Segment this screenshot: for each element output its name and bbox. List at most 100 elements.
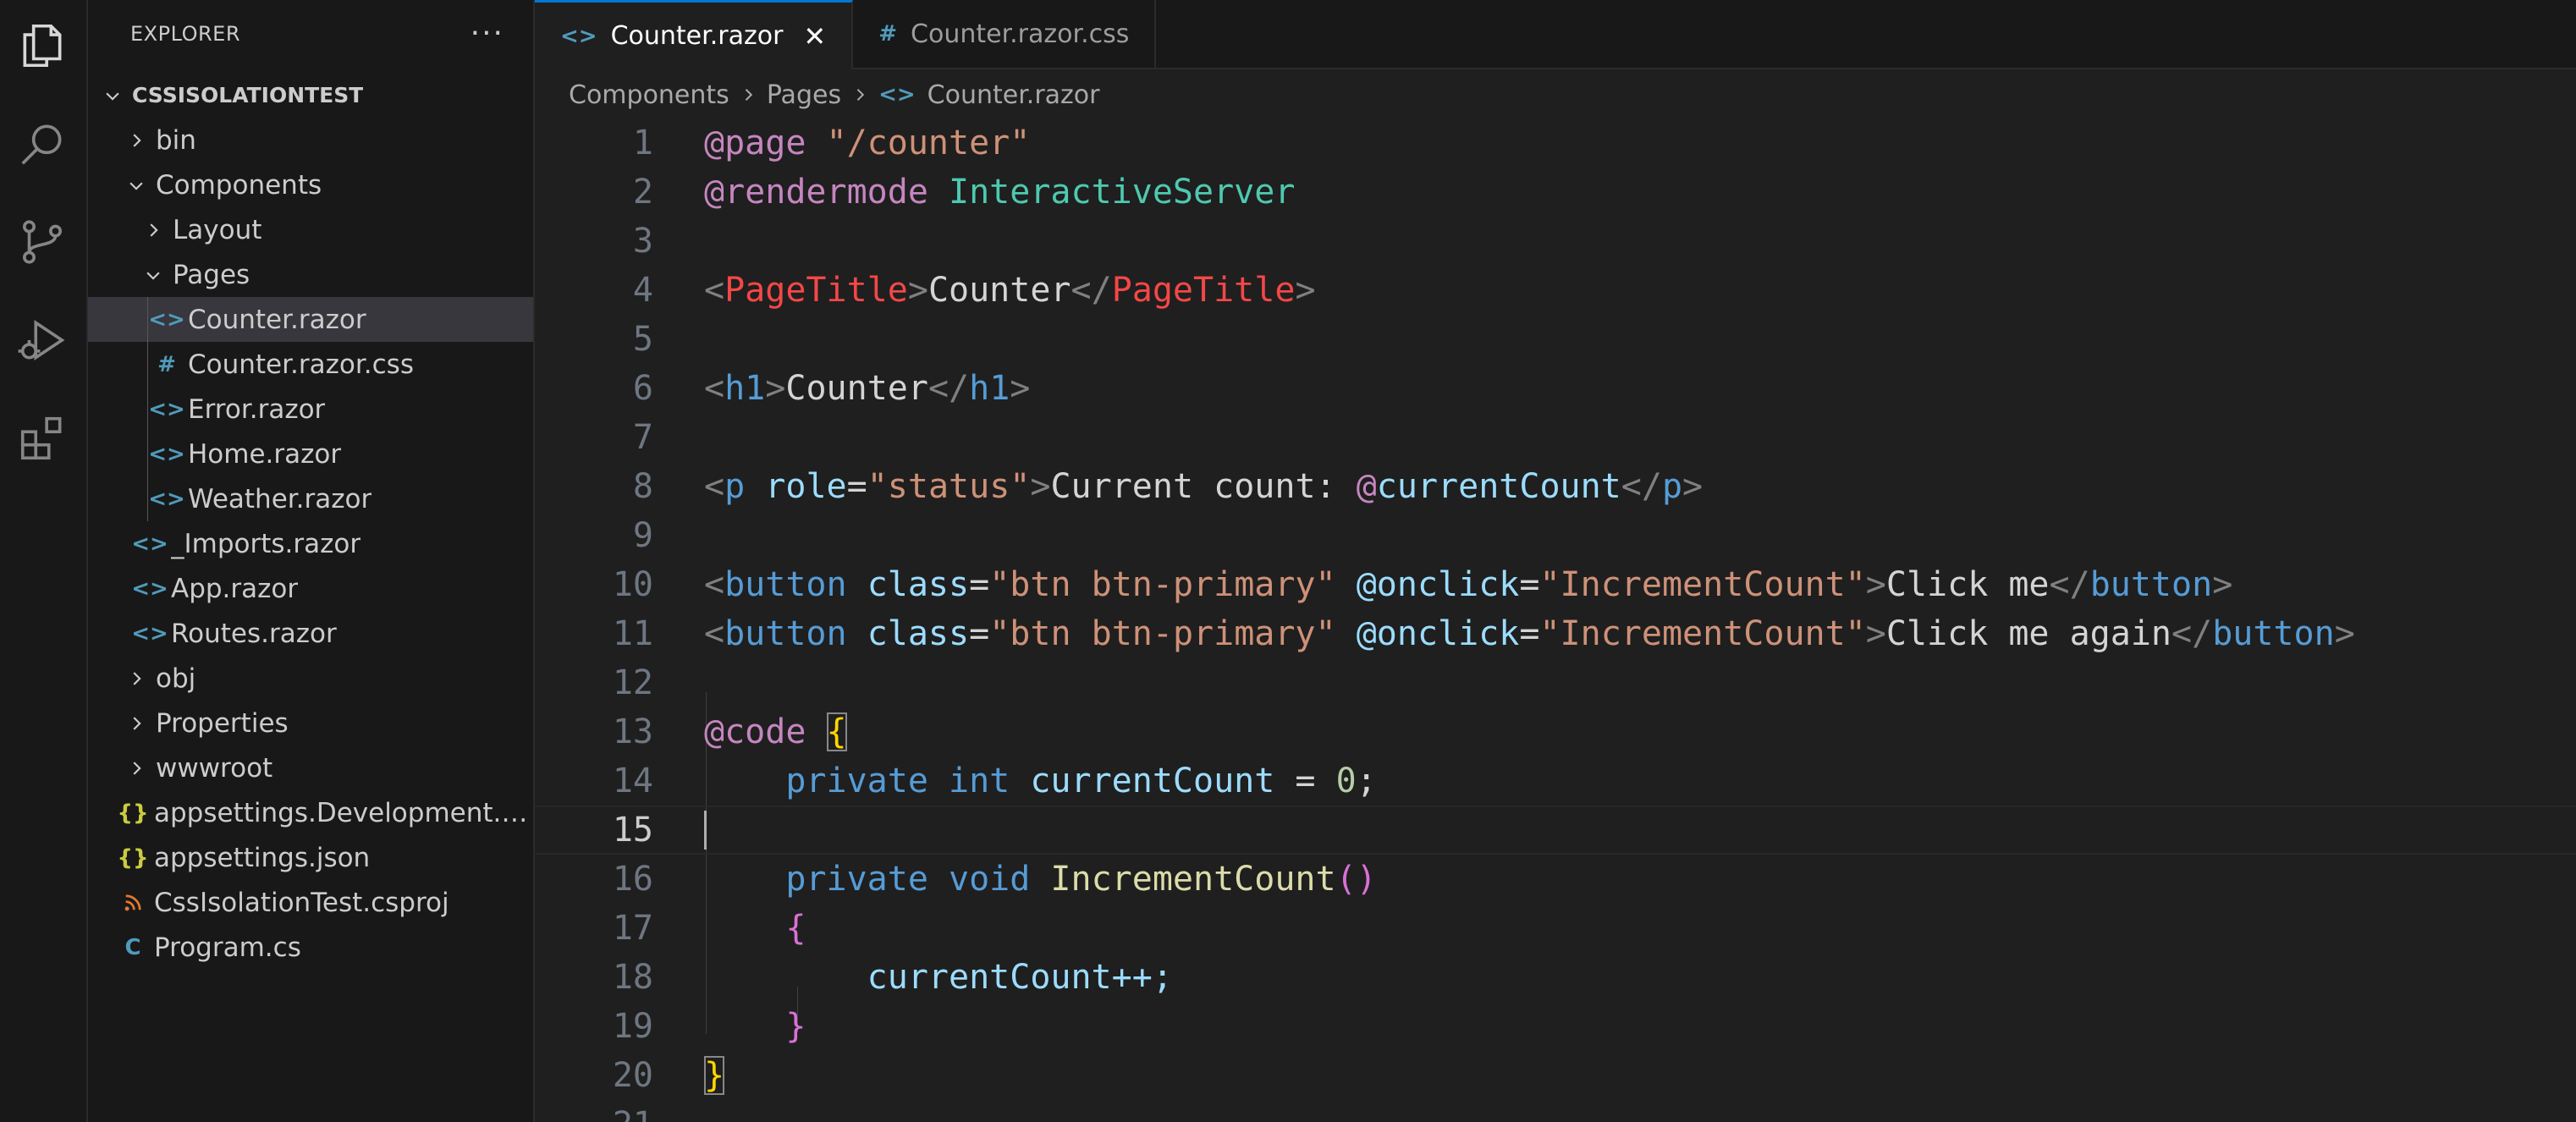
chevron-right-icon xyxy=(124,714,149,733)
csharp-file-icon: C xyxy=(124,934,141,960)
tree-file-program-cs[interactable]: C Program.cs xyxy=(88,925,533,970)
json-file-icon: {} xyxy=(117,844,149,871)
razor-file-icon: <> xyxy=(148,306,185,333)
code-line: 20 } xyxy=(535,1051,2576,1100)
css-file-icon: # xyxy=(157,351,176,377)
code-text: private void IncrementCount() xyxy=(785,860,1377,899)
breadcrumb-item[interactable]: Components xyxy=(569,80,729,110)
tree-file-weather-razor[interactable]: <> Weather.razor xyxy=(88,476,533,521)
tree-folder-components[interactable]: Components xyxy=(88,162,533,207)
razor-file-icon: <> xyxy=(148,441,185,467)
tree-label: appsettings.Development.js... xyxy=(154,797,533,828)
editor-tabs: <> Counter.razor ✕ # Counter.razor.css xyxy=(535,0,2576,69)
line-number: 12 xyxy=(612,663,653,702)
tree-label: bin xyxy=(156,124,196,156)
chevron-right-icon xyxy=(124,759,149,778)
tree-indent-guide xyxy=(147,432,148,476)
code-text: @rendermode InteractiveServer xyxy=(704,173,1296,212)
tree-label: CssIsolationTest.csproj xyxy=(154,887,449,918)
tree-file-appsettings-json[interactable]: {} appsettings.json xyxy=(88,835,533,880)
code-line: 3 xyxy=(535,217,2576,266)
tree-file-counter-razor-css[interactable]: # Counter.razor.css xyxy=(88,342,533,387)
tree-root-folder[interactable]: CSSISOLATIONTEST xyxy=(88,73,533,118)
code-line: 11 <button class="btn btn-primary" @oncl… xyxy=(535,609,2576,658)
tree-file-error-razor[interactable]: <> Error.razor xyxy=(88,387,533,432)
code-line: 1 @page "/counter" xyxy=(535,118,2576,168)
tree-folder-pages[interactable]: Pages xyxy=(88,252,533,297)
razor-file-icon: <> xyxy=(131,575,168,602)
tree-label: Components xyxy=(156,169,322,201)
code-line: 5 xyxy=(535,315,2576,364)
tree-folder-wwwroot[interactable]: wwwroot xyxy=(88,745,533,790)
tree-label: obj xyxy=(156,663,196,694)
code-text: <button class="btn btn-primary" @onclick… xyxy=(704,614,2355,653)
tree-file-csproj[interactable]: CssIsolationTest.csproj xyxy=(88,880,533,925)
razor-file-icon: <> xyxy=(148,396,185,422)
code-line: 16 private void IncrementCount() xyxy=(535,855,2576,904)
more-actions-icon[interactable]: ··· xyxy=(471,19,504,49)
chevron-down-icon xyxy=(100,86,125,105)
razor-file-icon: <> xyxy=(131,620,168,646)
line-number: 6 xyxy=(632,369,653,408)
breadcrumb-item[interactable]: Counter.razor xyxy=(927,80,1100,110)
code-line: 8 <p role="status">Current count: @curre… xyxy=(535,462,2576,511)
chevron-down-icon xyxy=(124,176,149,195)
line-number: 20 xyxy=(612,1056,653,1095)
tree-label: Counter.razor.css xyxy=(188,349,414,380)
tab-label: Counter.razor xyxy=(610,21,784,51)
tree-folder-obj[interactable]: obj xyxy=(88,656,533,701)
explorer-icon[interactable] xyxy=(14,17,71,74)
line-number: 3 xyxy=(632,222,653,261)
tree-label: App.razor xyxy=(171,573,299,604)
breadcrumb-item[interactable]: Pages xyxy=(767,80,841,110)
code-text: currentCount++; xyxy=(867,958,1173,997)
line-number: 4 xyxy=(632,271,653,310)
code-line: 13 @code { xyxy=(535,707,2576,756)
line-number: 15 xyxy=(612,811,653,850)
source-control-icon[interactable] xyxy=(14,213,71,271)
tree-file-counter-razor[interactable]: <> Counter.razor xyxy=(88,297,533,342)
tree-label: appsettings.json xyxy=(154,842,371,873)
code-line-current: 15 xyxy=(535,806,2576,855)
tree-label: wwwroot xyxy=(156,752,273,784)
line-number: 10 xyxy=(612,565,653,604)
chevron-right-icon xyxy=(851,86,868,103)
search-icon[interactable] xyxy=(14,115,71,173)
tab-counter-razor[interactable]: <> Counter.razor ✕ xyxy=(535,0,854,69)
extensions-icon[interactable] xyxy=(14,410,71,467)
json-file-icon: {} xyxy=(117,800,149,826)
code-text: private int currentCount = 0; xyxy=(785,762,1377,800)
code-text: <button class="btn btn-primary" @onclick… xyxy=(704,565,2233,604)
code-text: <PageTitle>Counter</PageTitle> xyxy=(704,271,1316,310)
explorer-title: EXPLORER xyxy=(130,22,240,46)
code-text: { xyxy=(785,909,806,948)
tree-label: Routes.razor xyxy=(171,618,337,649)
line-number: 18 xyxy=(612,958,653,997)
code-text: @code { xyxy=(704,712,847,751)
chevron-right-icon xyxy=(740,86,757,103)
tab-label: Counter.razor.css xyxy=(911,19,1130,49)
code-editor[interactable]: 1 @page "/counter" 2 @rendermode Interac… xyxy=(535,118,2576,1122)
line-number: 19 xyxy=(612,1007,653,1046)
code-text: } xyxy=(704,1056,725,1095)
tree-folder-bin[interactable]: bin xyxy=(88,118,533,162)
line-number: 16 xyxy=(612,860,653,899)
tree-file-appsettings-development[interactable]: {} appsettings.Development.js... xyxy=(88,790,533,835)
close-icon[interactable]: ✕ xyxy=(803,20,826,52)
tree-file-app-razor[interactable]: <> App.razor xyxy=(88,566,533,611)
chevron-right-icon xyxy=(140,221,166,239)
tree-folder-properties[interactable]: Properties xyxy=(88,701,533,745)
code-text: <p role="status">Current count: @current… xyxy=(704,467,1704,506)
code-line: 18 currentCount++; xyxy=(535,953,2576,1002)
tree-file-imports-razor[interactable]: <> _Imports.razor xyxy=(88,521,533,566)
line-number: 5 xyxy=(632,320,653,359)
tree-file-routes-razor[interactable]: <> Routes.razor xyxy=(88,611,533,656)
text-cursor xyxy=(704,811,707,850)
run-debug-icon[interactable] xyxy=(14,311,71,369)
code-text: <h1>Counter</h1> xyxy=(704,369,1031,408)
chevron-right-icon xyxy=(124,131,149,150)
tree-folder-layout[interactable]: Layout xyxy=(88,207,533,252)
tree-label: Pages xyxy=(173,259,250,290)
tab-counter-razor-css[interactable]: # Counter.razor.css xyxy=(853,0,1157,68)
tree-file-home-razor[interactable]: <> Home.razor xyxy=(88,432,533,476)
